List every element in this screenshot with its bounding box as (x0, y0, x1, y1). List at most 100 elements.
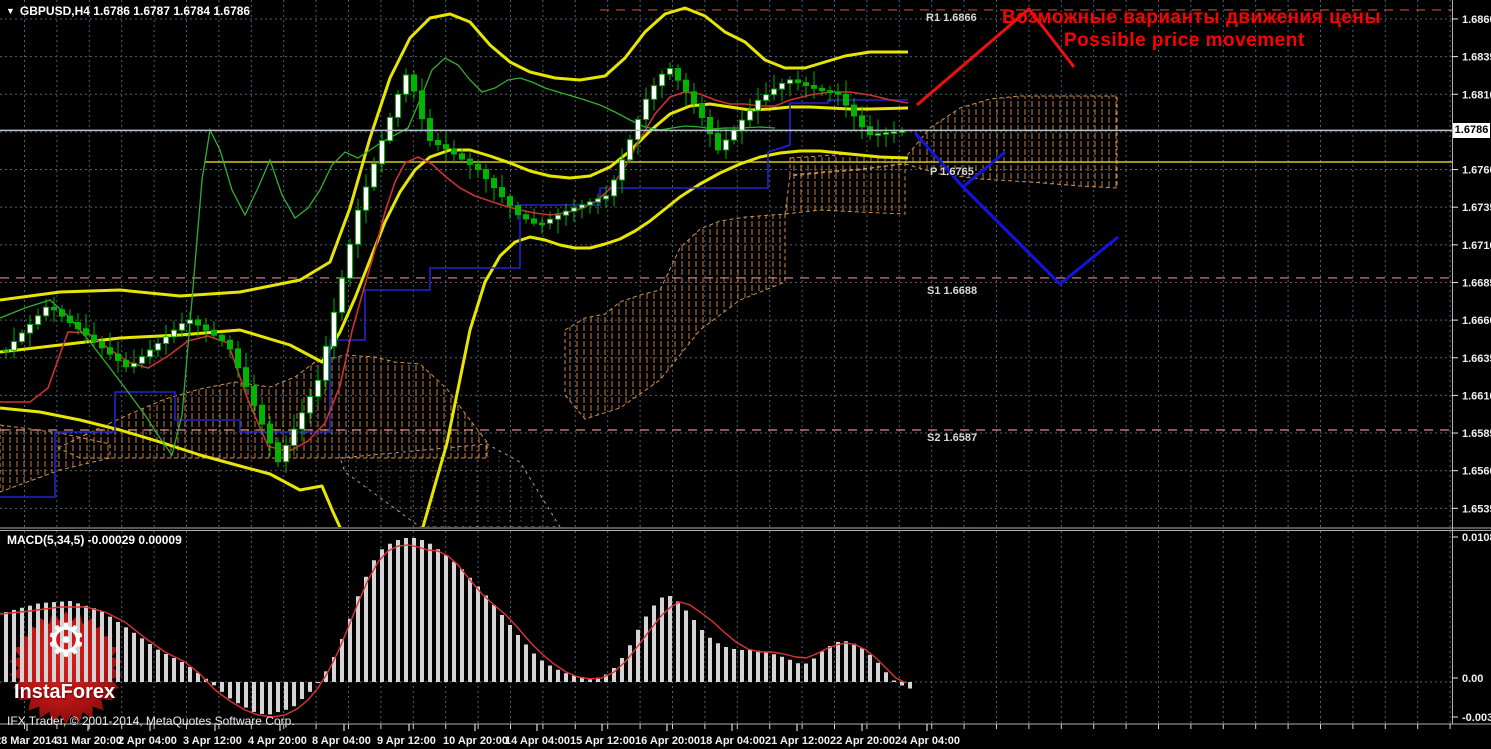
chart-canvas[interactable]: ⚙ 1.6860 1.6835 1.6810 1.6760 1.6735 1.6710 1.6… (0, 0, 1491, 749)
candle-body (299, 412, 305, 430)
date-tick-label: 14 Apr 04:00 (505, 735, 570, 747)
candle-body (227, 339, 233, 350)
date-tick-label: 2 Apr 04:00 (118, 735, 177, 747)
macd-bar (188, 666, 192, 682)
candle-body (371, 163, 377, 188)
macd-bar (364, 576, 368, 682)
candle-body (387, 116, 393, 142)
macd-indicator-label: MACD(5,34,5) -0.00029 0.00009 (7, 533, 182, 547)
macd-bar (564, 673, 568, 682)
candle-body (771, 88, 777, 96)
macd-bar (788, 659, 792, 682)
macd-bar (772, 654, 776, 682)
candle-body (755, 99, 761, 111)
macd-bar (548, 665, 552, 682)
candle-body (195, 319, 201, 326)
candle-body (155, 342, 161, 351)
macd-bar (764, 652, 768, 682)
macd-bar (36, 603, 40, 682)
candle-body (291, 428, 297, 446)
price-tick-label: 1.6560 (1462, 466, 1491, 478)
candle-body (323, 345, 329, 381)
macd-bar (468, 577, 472, 682)
date-tick-label: 4 Apr 20:00 (248, 735, 307, 747)
candle-body (67, 315, 73, 323)
macd-bar (28, 605, 32, 682)
candle-body (435, 139, 441, 146)
candle-body (203, 324, 209, 331)
macd-bar (172, 658, 176, 682)
level-label-p: P 1.6765 (930, 166, 974, 178)
candle-body (675, 68, 681, 81)
macd-tick-label: -0.00319 (1462, 712, 1491, 724)
candle-body (851, 104, 857, 117)
date-tick-label: 28 Mar 2014 (0, 735, 58, 747)
candle-body (883, 132, 889, 135)
candle-body (43, 306, 49, 317)
candle-body (787, 79, 793, 84)
macd-bar (716, 643, 720, 682)
candle-body (587, 201, 593, 206)
candle-body (779, 82, 785, 90)
candle-body (347, 243, 353, 279)
candle-body (59, 309, 65, 317)
candle-body (75, 321, 81, 330)
macd-bar (636, 629, 640, 682)
candle-body (467, 158, 473, 165)
macd-bar (460, 569, 464, 682)
candle-body (739, 119, 745, 131)
date-tick-label: 3 Apr 12:00 (183, 735, 242, 747)
date-tick-label: 10 Apr 20:00 (443, 735, 508, 747)
candle-body (179, 323, 185, 331)
macd-bar (412, 538, 416, 682)
macd-bar (428, 543, 432, 682)
macd-bar (436, 549, 440, 682)
price-tick-label: 1.6635 (1462, 353, 1491, 365)
candle-body (51, 306, 57, 311)
copyright-text: IFX Trader, © 2001-2014, MetaQuotes Soft… (7, 714, 295, 728)
candle-body (131, 362, 137, 368)
mt4-chart-window: ⚙ 1.6860 1.6835 1.6810 1.6760 1.6735 1.6710 1.6… (0, 0, 1491, 749)
macd-bar (108, 616, 112, 682)
candle-body (643, 98, 649, 120)
macd-bar (140, 638, 144, 682)
candle-body (283, 444, 289, 463)
candle-body (819, 87, 825, 92)
macd-bar (724, 647, 728, 682)
macd-bar (844, 641, 848, 682)
macd-bar (444, 555, 448, 682)
macd-bar (540, 660, 544, 682)
candle-body (419, 90, 425, 120)
macd-bar (220, 682, 224, 692)
macd-bar (484, 595, 488, 682)
macd-bar (124, 627, 128, 682)
candle-body (35, 315, 41, 325)
price-tick-label: 1.6760 (1462, 165, 1491, 177)
price-tick-label: 1.6835 (1462, 52, 1491, 64)
macd-bar (116, 622, 120, 682)
candle-body (99, 340, 105, 349)
collapse-triangle-icon[interactable]: ▼ (6, 6, 15, 16)
macd-bar (316, 682, 320, 683)
candle-body (331, 311, 337, 347)
macd-bar (900, 682, 904, 686)
macd-bar (212, 682, 216, 686)
macd-bar (372, 560, 376, 682)
candle-body (811, 85, 817, 89)
macd-bar (628, 645, 632, 682)
macd-bar (780, 656, 784, 682)
date-tick-label: 31 Mar 20:00 (56, 735, 122, 747)
candle-body (27, 323, 33, 334)
macd-tick-label: 0.00 (1462, 673, 1483, 685)
macd-bar (92, 608, 96, 682)
candle-body (611, 179, 617, 197)
candle-body (683, 79, 689, 93)
macd-bar (644, 616, 648, 682)
macd-bar (276, 682, 280, 713)
candle-body (11, 341, 17, 351)
candle-body (651, 85, 657, 100)
symbol-title: ▼ GBPUSD,H4 1.6786 1.6787 1.6784 1.6786 (6, 4, 250, 18)
macd-bar (20, 607, 24, 682)
macd-bar (228, 682, 232, 699)
macd-bar (260, 682, 264, 714)
